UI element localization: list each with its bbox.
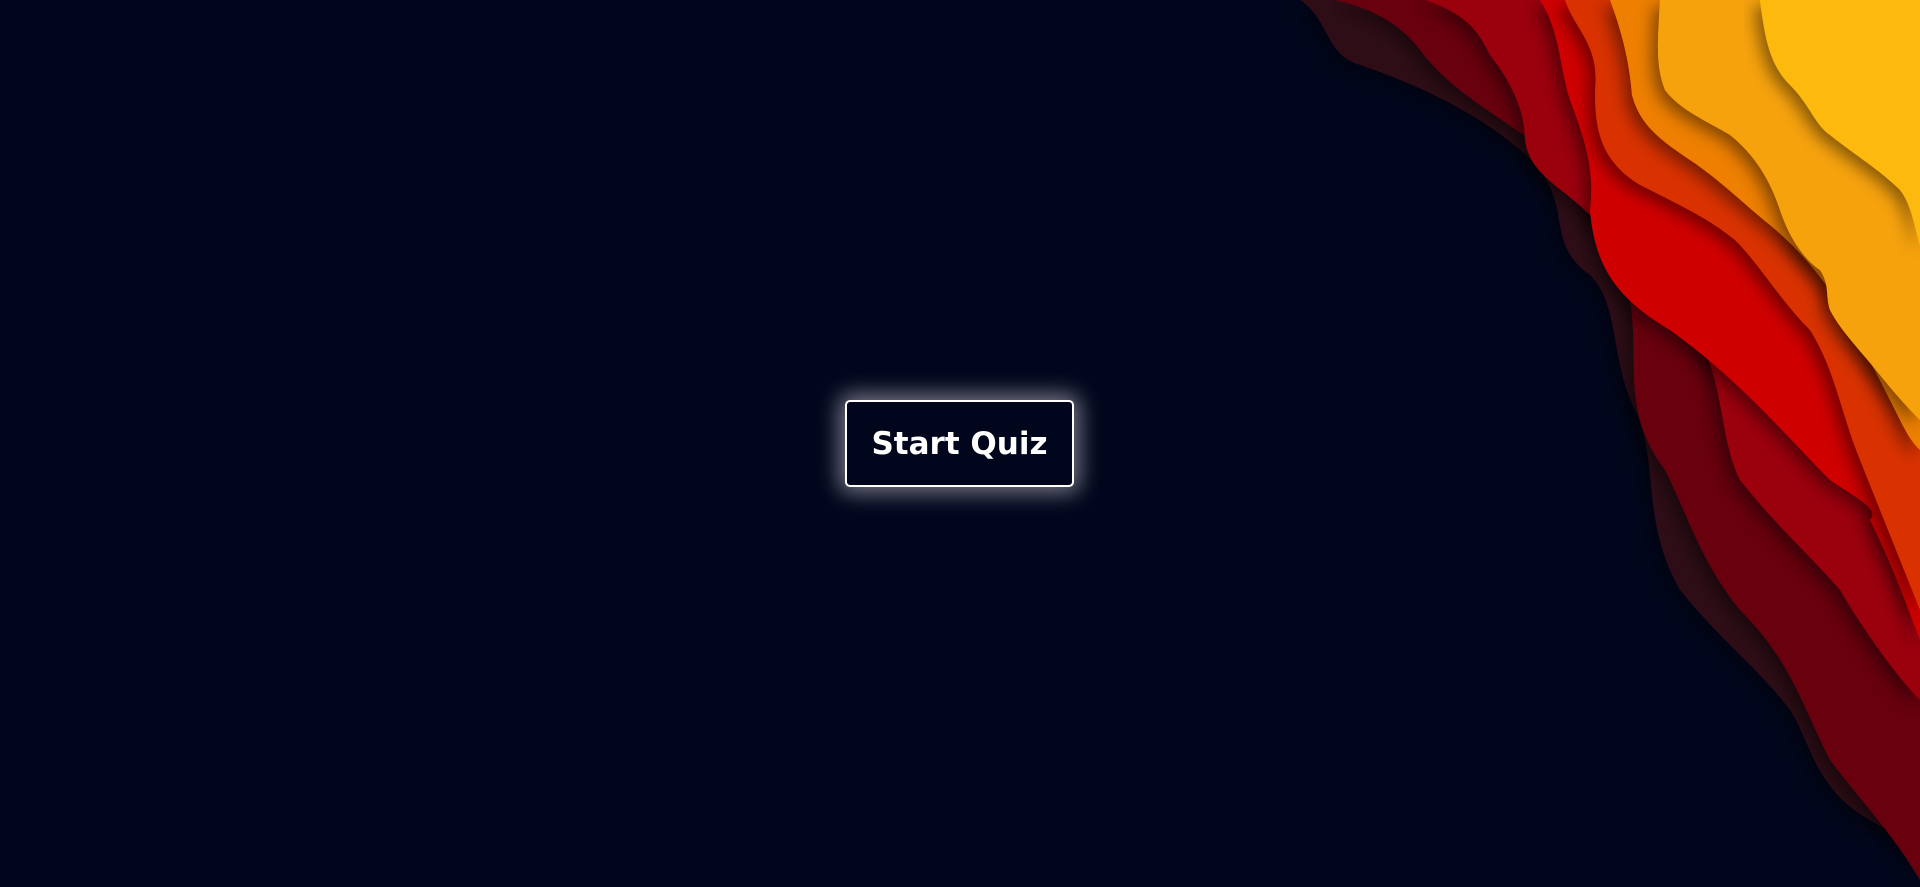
quiz-start-screen: Start Quiz bbox=[0, 0, 1920, 887]
start-quiz-button[interactable]: Start Quiz bbox=[845, 400, 1074, 487]
